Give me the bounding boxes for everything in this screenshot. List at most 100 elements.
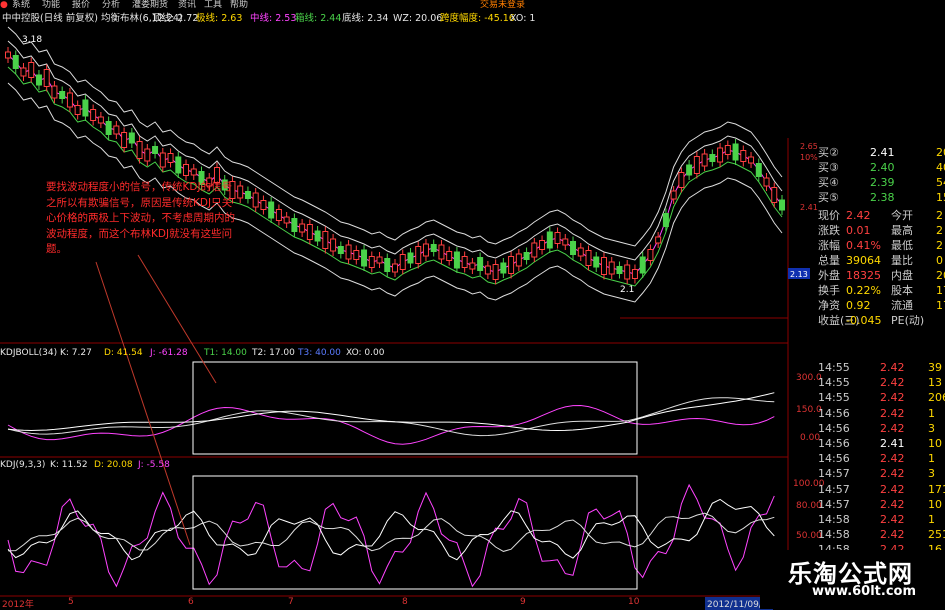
candle-body <box>779 199 785 211</box>
annotation-pointer <box>137 254 217 384</box>
candle-body <box>167 153 174 163</box>
candle-body <box>105 121 112 135</box>
candle-body <box>175 156 182 174</box>
candle-body <box>353 250 360 260</box>
candle-body <box>631 269 638 279</box>
quote-value: 0.41% <box>846 239 881 252</box>
quote-value: 0.22% <box>846 284 881 297</box>
candle-body <box>531 242 538 258</box>
kdj-legend: KDJ(9,3,3) K: 11.52 D: 20.08 J: -5.58 <box>0 459 788 471</box>
tick-price: 2.42 <box>880 528 905 542</box>
candle-body <box>678 172 685 188</box>
quote-row: 外盘 18325 内盘 207 <box>788 268 945 283</box>
candle-body <box>570 241 577 255</box>
candle-body <box>183 164 190 176</box>
candle-body <box>35 74 42 86</box>
candle-body <box>190 168 197 176</box>
candle-body <box>268 201 275 219</box>
candle-body <box>585 250 592 266</box>
candle-body <box>299 223 306 233</box>
tick-price: 2.42 <box>880 452 905 466</box>
high-marker: 3.18 <box>22 35 42 45</box>
x-tick: 2012年 <box>2 600 34 610</box>
tick-price: 2.42 <box>880 391 905 405</box>
candle-body <box>500 262 507 274</box>
candle-body <box>763 177 770 187</box>
order-book-row: 买② 2.41 20 <box>788 145 945 160</box>
candle-body <box>59 91 66 99</box>
quote-value: 0.01 <box>846 224 871 237</box>
candle-body <box>74 105 81 115</box>
tick-volume: 3 <box>928 467 935 481</box>
candle-body <box>748 156 755 164</box>
candle-body <box>5 51 11 59</box>
tick-time: 14:57 <box>818 482 850 496</box>
quote-label: 涨跌 <box>818 224 840 237</box>
tick-time: 14:56 <box>818 406 850 420</box>
candle-body <box>345 244 352 260</box>
quote-value: 2 <box>936 209 943 222</box>
candle-body <box>430 244 437 252</box>
kdj-series-line <box>7 483 775 588</box>
tick-volume: 39 <box>928 361 942 374</box>
candle-body <box>523 252 530 260</box>
candle-body <box>422 243 429 257</box>
candle-body <box>260 200 267 210</box>
tick-row: 14:58 2.42 1 <box>788 512 945 527</box>
quote-label: 总量 <box>818 254 840 267</box>
candle-body <box>515 253 522 267</box>
candle-body <box>384 258 391 272</box>
candle-body <box>237 185 244 199</box>
kdjboll-title: KDJBOLL(34) <box>0 348 58 358</box>
candle-body <box>368 256 375 268</box>
tick-time: 14:58 <box>818 528 850 542</box>
candle-body <box>361 249 368 267</box>
quote-label: 现价 <box>818 209 840 222</box>
quote-row: 现价 2.42 今开 2 <box>788 208 945 223</box>
kdjboll-legend: KDJBOLL(34) K: 7.27 D: 41.54 J: -61.28 T… <box>0 347 788 359</box>
quote-label: 最高 <box>891 224 913 237</box>
candle-body <box>376 256 383 264</box>
quote-value: 17.5 <box>936 284 945 297</box>
kdjboll-k: K: 7.27 <box>60 348 92 358</box>
kdjboll-t2: T2: 17.00 <box>252 348 295 358</box>
candle-body <box>152 146 159 154</box>
candle-body <box>469 262 476 270</box>
tick-row: 14:56 2.41 10 <box>788 436 945 451</box>
candle-body <box>453 251 460 269</box>
highlight-box-kdj <box>192 475 638 590</box>
candle-body <box>306 224 313 240</box>
kdjboll-lines <box>7 392 775 445</box>
quote-label: 今开 <box>891 209 913 222</box>
quote-label: 内盘 <box>891 269 913 282</box>
quote-label: 量比 <box>891 254 913 267</box>
tick-volume: 171 <box>928 482 945 496</box>
order-price: 2.38 <box>870 191 895 204</box>
candle-body <box>539 240 546 250</box>
quote-label: 最低 <box>891 239 913 252</box>
order-label: 买⑤ <box>818 191 839 204</box>
kdj-lines <box>7 483 775 588</box>
candle-body <box>655 236 662 244</box>
candle-body <box>717 147 724 163</box>
candle-body <box>562 238 569 246</box>
candle-body <box>252 192 259 208</box>
candle-body <box>399 254 406 270</box>
tick-row: 14:57 2.42 3 <box>788 466 945 481</box>
candle-body <box>701 153 708 167</box>
order-book-row: 买③ 2.40 40 <box>788 160 945 175</box>
candle-body <box>43 69 50 87</box>
quote-label: 股本 <box>891 284 913 297</box>
candle-body <box>600 257 607 275</box>
candle-body <box>20 67 27 77</box>
candle-body <box>709 154 716 162</box>
candle-body <box>322 231 329 249</box>
tick-price: 2.42 <box>880 497 905 511</box>
tick-row: 14:56 2.42 1 <box>788 406 945 421</box>
candle-body <box>484 265 491 275</box>
tick-price: 2.42 <box>880 361 905 374</box>
candle-body <box>647 249 654 261</box>
quote-row: 涨幅 0.41% 最低 2 <box>788 238 945 253</box>
tick-time: 14:57 <box>818 467 850 481</box>
candle-body <box>330 238 337 252</box>
